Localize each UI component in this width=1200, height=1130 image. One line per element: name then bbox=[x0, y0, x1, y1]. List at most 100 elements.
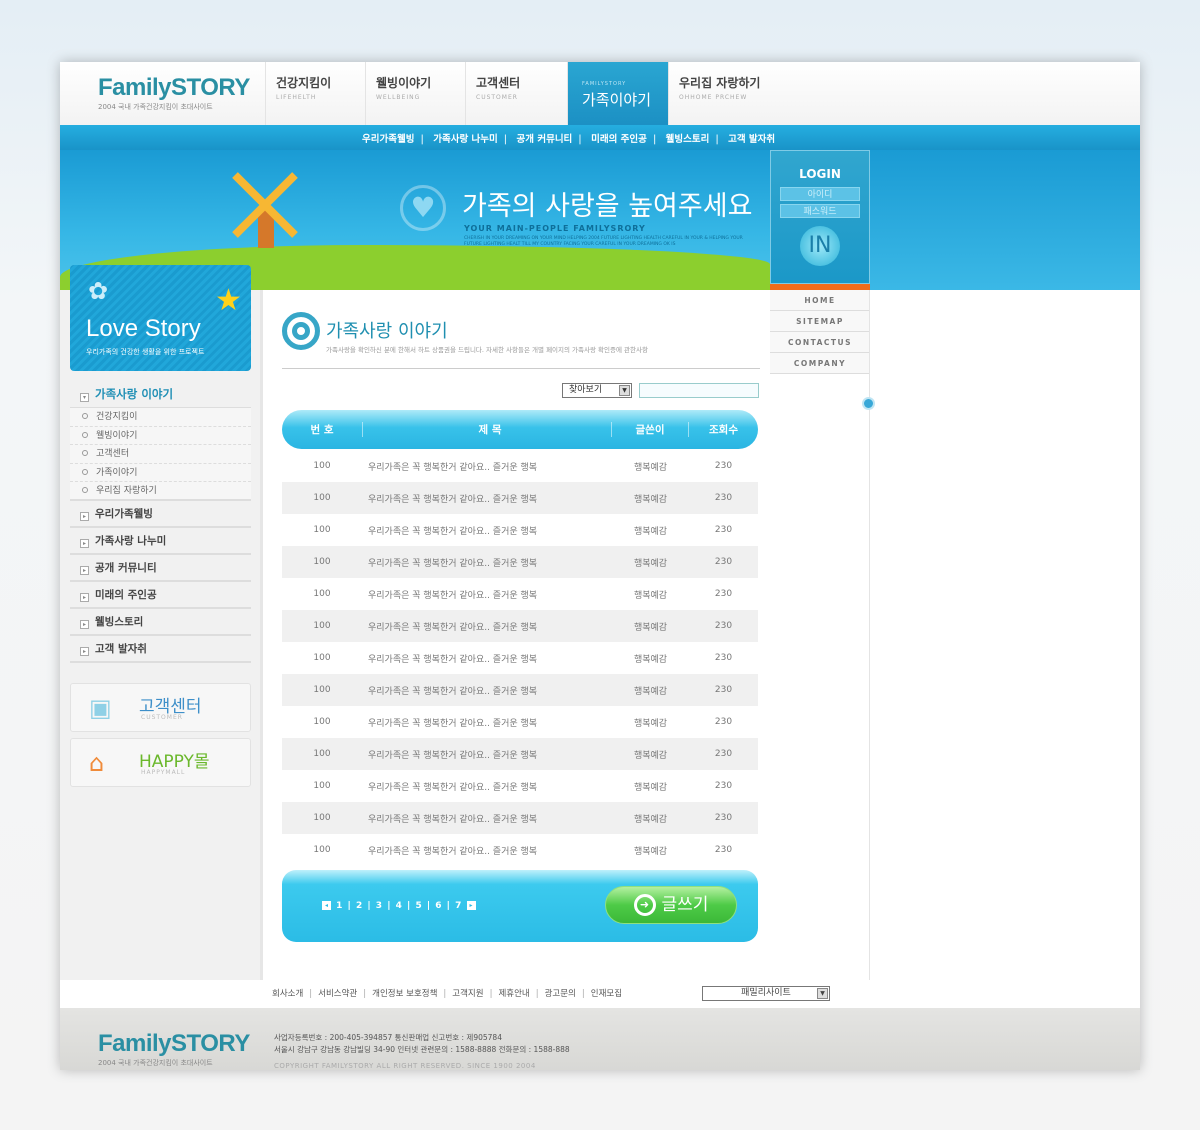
password-input[interactable]: 패스워드 bbox=[780, 204, 860, 218]
cell-views: 230 bbox=[714, 557, 733, 567]
sidebar-item[interactable]: ▸ 공개 커뮤니티 bbox=[70, 555, 251, 582]
tab-home-show[interactable]: 우리집 자랑하기 OHHOME PRCHEW bbox=[668, 62, 769, 125]
footer-link[interactable]: 서비스약관 bbox=[318, 989, 357, 999]
subnav-link[interactable]: 우리가족웰빙 bbox=[362, 134, 414, 145]
cell-title[interactable]: 우리가족은 꼭 행복한거 같아요.. 즐거운 행복 bbox=[362, 588, 612, 601]
bullet-icon bbox=[82, 413, 88, 419]
table-row[interactable]: 100 우리가족은 꼭 행복한거 같아요.. 즐거운 행복 행복예감 230 bbox=[282, 674, 758, 706]
write-button[interactable]: ➜ 글쓰기 bbox=[605, 886, 737, 924]
item-label: 미래의 주인공 bbox=[95, 588, 157, 601]
page-link[interactable]: 4 bbox=[396, 901, 402, 911]
subnav-link[interactable]: 가족사랑 나누미 bbox=[433, 134, 498, 145]
sidebar-item[interactable]: ▸ 가족사랑 나누미 bbox=[70, 528, 251, 555]
sidebar-item[interactable]: ▸ 우리가족웰빙 bbox=[70, 501, 251, 528]
sidebar-subitem[interactable]: 가족이야기 bbox=[70, 463, 251, 482]
prev-page-icon[interactable]: ◂ bbox=[322, 901, 331, 910]
cell-title[interactable]: 우리가족은 꼭 행복한거 같아요.. 즐거운 행복 bbox=[362, 524, 612, 537]
table-row[interactable]: 100 우리가족은 꼭 행복한거 같아요.. 즐거운 행복 행복예감 230 bbox=[282, 578, 758, 610]
footer-link[interactable]: 광고문의 bbox=[545, 989, 576, 999]
bullet-icon bbox=[82, 468, 88, 475]
page-link[interactable]: 1 bbox=[336, 901, 342, 911]
logo-tagline: 2004 국내 가족건강지킴이 초대사이트 bbox=[98, 103, 213, 111]
page-link[interactable]: 6 bbox=[435, 901, 441, 911]
page-link[interactable]: 2 bbox=[356, 901, 362, 911]
page-link[interactable]: 5 bbox=[415, 901, 421, 911]
bullet-icon bbox=[82, 487, 88, 493]
select-value: 패밀리사이트 bbox=[741, 988, 791, 998]
footer-link[interactable]: 인재모집 bbox=[591, 989, 622, 999]
subnav-link[interactable]: 웰빙스토리 bbox=[666, 134, 710, 145]
cell-title[interactable]: 우리가족은 꼭 행복한거 같아요.. 즐거운 행복 bbox=[362, 844, 612, 857]
next-page-icon[interactable]: ▸ bbox=[466, 901, 476, 910]
id-input[interactable]: 아이디 bbox=[780, 187, 860, 201]
sidebar-subitem[interactable]: 우리집 자랑하기 bbox=[70, 482, 251, 501]
page-link[interactable]: 3 bbox=[376, 901, 382, 911]
cell-title[interactable]: 우리가족은 꼭 행복한거 같아요.. 즐거운 행복 bbox=[362, 684, 612, 697]
subitem-label: 우리집 자랑하기 bbox=[96, 486, 157, 496]
sitemap-link[interactable]: SITEMAP bbox=[770, 311, 870, 332]
subnav-link[interactable]: 고객 발자취 bbox=[728, 134, 775, 145]
logo[interactable]: FamilySTORY 2004 국내 가족건강지킴이 초대사이트 bbox=[98, 74, 250, 112]
cell-title[interactable]: 우리가족은 꼭 행복한거 같아요.. 즐거운 행복 bbox=[362, 460, 612, 473]
tab-health[interactable]: 건강지킴이 LIFEHELTH bbox=[265, 62, 366, 125]
footer-link[interactable]: 고객지원 bbox=[452, 989, 483, 999]
card-sublabel: HAPPYMALL bbox=[141, 769, 186, 776]
footer-link[interactable]: 제휴안내 bbox=[498, 989, 529, 999]
cell-title[interactable]: 우리가족은 꼭 행복한거 같아요.. 즐거운 행복 bbox=[362, 652, 612, 665]
home-link[interactable]: HOME bbox=[770, 290, 870, 311]
cell-number: 100 bbox=[313, 717, 331, 727]
sidebar-subitem[interactable]: 웰빙이야기 bbox=[70, 426, 251, 445]
login-button[interactable]: IN bbox=[800, 226, 840, 266]
page-link[interactable]: 7 bbox=[455, 901, 461, 911]
cell-title[interactable]: 우리가족은 꼭 행복한거 같아요.. 즐거운 행복 bbox=[362, 556, 612, 569]
promo-title: Love Story bbox=[86, 315, 201, 342]
cell-author: 행복예감 bbox=[633, 750, 668, 761]
table-row[interactable]: 100 우리가족은 꼭 행복한거 같아요.. 즐거운 행복 행복예감 230 bbox=[282, 514, 758, 546]
table-row[interactable]: 100 우리가족은 꼭 행복한거 같아요.. 즐거운 행복 행복예감 230 bbox=[282, 642, 758, 674]
top-button[interactable] bbox=[862, 397, 875, 410]
cell-title[interactable]: 우리가족은 꼭 행복한거 같아요.. 즐거운 행복 bbox=[362, 492, 612, 505]
tab-family-story[interactable]: FAMILYSTORY 가족이야기 bbox=[567, 62, 668, 128]
table-row[interactable]: 100 우리가족은 꼭 행복한거 같아요.. 즐거운 행복 행복예감 230 bbox=[282, 738, 758, 770]
contactus-link[interactable]: CONTACTUS bbox=[770, 332, 870, 353]
subnav-link[interactable]: 미래의 주인공 bbox=[591, 134, 647, 145]
tab-wellbeing[interactable]: 웰빙이야기 WELLBEING bbox=[365, 62, 466, 125]
cell-title[interactable]: 우리가족은 꼭 행복한거 같아요.. 즐거운 행복 bbox=[362, 620, 612, 633]
tab-sublabel: CUSTOMER bbox=[476, 94, 518, 101]
cell-title[interactable]: 우리가족은 꼭 행복한거 같아요.. 즐거운 행복 bbox=[362, 812, 612, 825]
table-row[interactable]: 100 우리가족은 꼭 행복한거 같아요.. 즐거운 행복 행복예감 230 bbox=[282, 770, 758, 802]
subnav-link[interactable]: 공개 커뮤니티 bbox=[517, 134, 573, 145]
table-row[interactable]: 100 우리가족은 꼭 행복한거 같아요.. 즐거운 행복 행복예감 230 bbox=[282, 610, 758, 642]
cell-title[interactable]: 우리가족은 꼭 행복한거 같아요.. 즐거운 행복 bbox=[362, 716, 612, 729]
cell-number: 100 bbox=[313, 493, 331, 503]
company-link[interactable]: COMPANY bbox=[770, 353, 870, 374]
table-row[interactable]: 100 우리가족은 꼭 행복한거 같아요.. 즐거운 행복 행복예감 230 bbox=[282, 482, 758, 514]
sidebar-item[interactable]: ▸ 웰빙스토리 bbox=[70, 609, 251, 636]
sidebar-item[interactable]: ▸ 고객 발자취 bbox=[70, 636, 251, 663]
sidebar-subitem[interactable]: 건강지킴이 bbox=[70, 408, 251, 427]
family-site-select[interactable]: 패밀리사이트 ▼ bbox=[702, 986, 830, 1001]
cell-title[interactable]: 우리가족은 꼭 행복한거 같아요.. 즐거운 행복 bbox=[362, 748, 612, 761]
divider bbox=[282, 368, 760, 369]
sidebar-subitem[interactable]: 고객센터 bbox=[70, 445, 251, 464]
table-row[interactable]: 100 우리가족은 꼭 행복한거 같아요.. 즐거운 행복 행복예감 230 bbox=[282, 834, 758, 866]
footer-link[interactable]: 회사소개 bbox=[272, 989, 303, 999]
sidebar-section-title[interactable]: ▾ 가족사랑 이야기 bbox=[70, 380, 251, 408]
table-row[interactable]: 100 우리가족은 꼭 행복한거 같아요.. 즐거운 행복 행복예감 230 bbox=[282, 450, 758, 482]
tab-customer[interactable]: 고객센터 CUSTOMER bbox=[465, 62, 566, 125]
love-story-promo[interactable]: ✿ ★ Love Story 우리가족의 건강한 생활을 위한 프로젝트 bbox=[70, 265, 251, 371]
happy-mall-card[interactable]: ⌂ HAPPY몰 HAPPYMALL bbox=[70, 738, 251, 787]
table-row[interactable]: 100 우리가족은 꼭 행복한거 같아요.. 즐거운 행복 행복예감 230 bbox=[282, 706, 758, 738]
sidebar-item[interactable]: ▸ 미래의 주인공 bbox=[70, 582, 251, 609]
search-type-select[interactable]: 찾아보기 ▼ bbox=[562, 383, 632, 398]
item-label: 고객 발자취 bbox=[95, 642, 147, 655]
table-row[interactable]: 100 우리가족은 꼭 행복한거 같아요.. 즐거운 행복 행복예감 230 bbox=[282, 546, 758, 578]
tab-label: 건강지킴이 bbox=[276, 76, 332, 90]
cell-title[interactable]: 우리가족은 꼭 행복한거 같아요.. 즐거운 행복 bbox=[362, 780, 612, 793]
banner-small-text: CHERISH IN YOUR DREAMING ON YOUR MIND HE… bbox=[464, 236, 743, 247]
footer-link[interactable]: 개인정보 보호정책 bbox=[372, 989, 437, 999]
customer-center-card[interactable]: ▣ 고객센터 CUSTOMER bbox=[70, 683, 251, 732]
search-input[interactable] bbox=[639, 383, 759, 398]
cell-author: 행복예감 bbox=[633, 622, 668, 633]
table-row[interactable]: 100 우리가족은 꼭 행복한거 같아요.. 즐거운 행복 행복예감 230 bbox=[282, 802, 758, 834]
